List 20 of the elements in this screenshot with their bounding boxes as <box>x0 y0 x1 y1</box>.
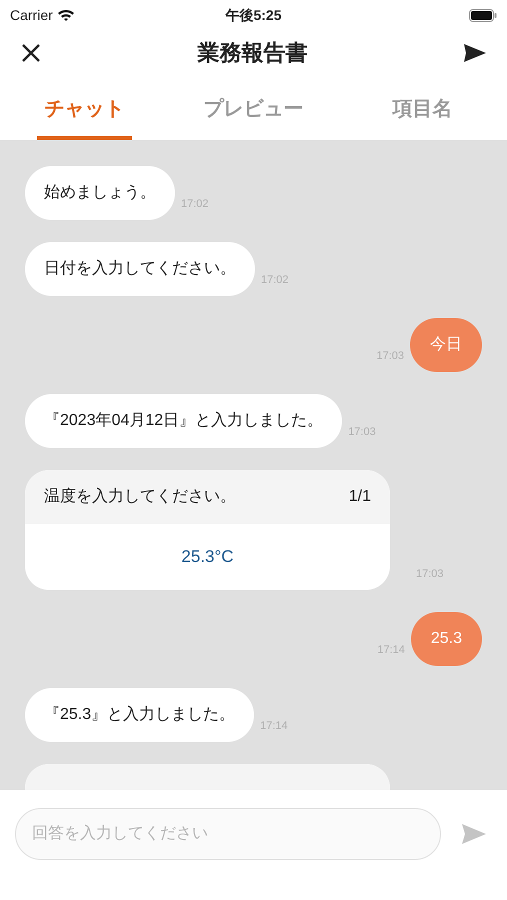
question-text: 温度を入力してください。 <box>44 486 236 507</box>
status-time: 午後5:25 <box>225 6 282 24</box>
tab[interactable]: 項目名 <box>338 75 507 140</box>
tab[interactable]: プレビュー <box>169 75 338 140</box>
question-count: 1/1 <box>348 487 371 507</box>
battery-icon <box>469 8 497 22</box>
close-icon[interactable] <box>20 42 42 64</box>
answer-input-field[interactable]: 回答を入力してください <box>15 808 441 860</box>
bot-message: 『25.3』と入力しました。 <box>25 688 254 742</box>
user-message: 今日 <box>410 318 482 372</box>
bot-message: 始めましょう。 <box>25 166 175 220</box>
send-icon[interactable] <box>463 42 487 62</box>
answer-value: 25.3°C <box>181 546 234 568</box>
bot-message: 日付を入力してください。 <box>25 242 255 296</box>
tab[interactable]: チャット <box>0 75 169 140</box>
bot-message: 『2023年04月12日』と入力しました。 <box>25 394 342 448</box>
user-message: 25.3 <box>410 612 482 666</box>
screen-title: 業務報告書 <box>198 39 308 67</box>
carrier-label: Carrier <box>10 6 53 24</box>
wifi-icon <box>56 8 75 22</box>
